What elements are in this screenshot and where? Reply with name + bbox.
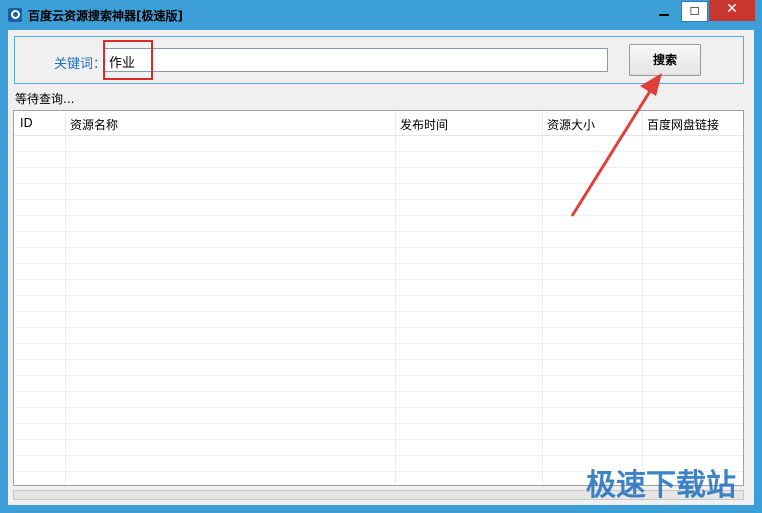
arrow-shaft [570, 87, 654, 217]
watermark-logo: 极速下载站 [586, 468, 736, 503]
app-window: 百度云资源搜索神器[极速版] — ☐ ✕ 关键词： 搜索 等待查询... ID … [0, 0, 762, 513]
arrow-head [640, 73, 662, 96]
annotation-arrow [570, 73, 662, 217]
